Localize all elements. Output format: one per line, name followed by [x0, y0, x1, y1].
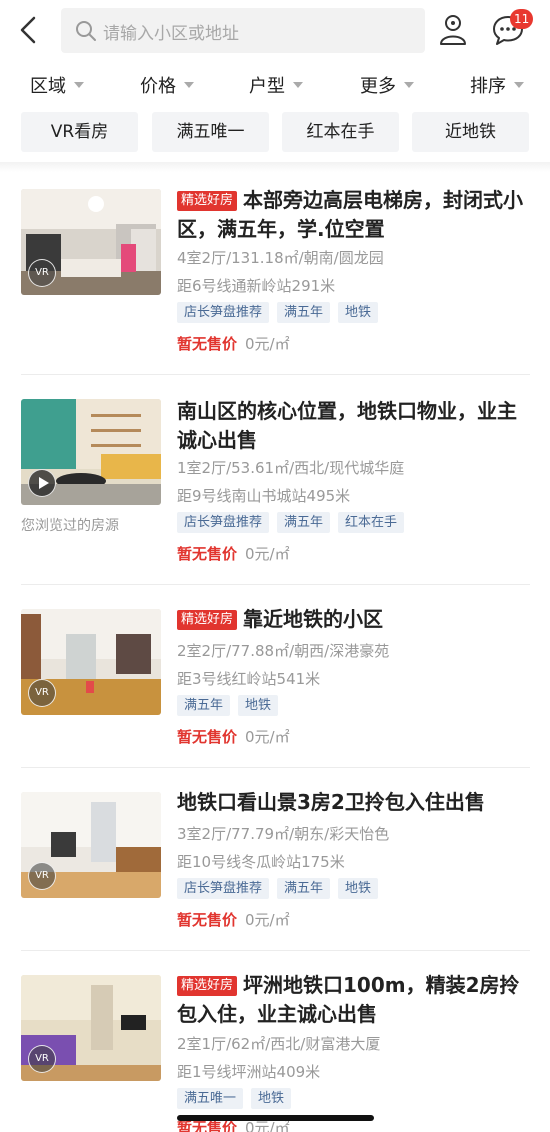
chevron-down-icon: [293, 82, 303, 88]
divider: [21, 584, 530, 585]
listing-photo: VR: [21, 189, 161, 295]
quick-tag-red-deed[interactable]: 红本在手: [282, 112, 399, 152]
chevron-down-icon: [184, 82, 194, 88]
listing-tag: 满五年: [277, 512, 331, 533]
featured-badge: 精选好房: [177, 610, 238, 630]
vr-view-icon[interactable]: VR: [28, 679, 56, 707]
header-shadow: [0, 162, 550, 172]
listing-tag: 满五年: [277, 302, 331, 323]
listing-distance: 距1号线坪洲站409米: [177, 1063, 321, 1081]
listing-tags: 店长笋盘推荐 满五年 红本在手: [177, 511, 412, 533]
filter-label: 价格: [140, 76, 176, 97]
price-label: 暂无售价: [177, 911, 238, 929]
listing-photo: VR: [21, 609, 161, 715]
listing-tag: 满五年: [277, 878, 331, 899]
listing-tag: 满五年: [177, 695, 231, 716]
listing-specs: 2室1厅/62㎡/西北/财富港大厦: [177, 1035, 381, 1053]
filter-label: 户型: [249, 76, 285, 97]
vr-view-icon[interactable]: VR: [28, 259, 56, 287]
listing-distance: 距9号线南山书城站495米: [177, 487, 351, 505]
listing-distance: 距6号线通新岭站291米: [177, 277, 336, 295]
search-icon: [76, 21, 96, 41]
listing-tag: 地铁: [338, 878, 379, 899]
price-label: 暂无售价: [177, 728, 238, 746]
listing-tag: 地铁: [238, 695, 279, 716]
listing-specs: 3室2厅/77.79㎡/朝东/彩天怡色: [177, 825, 390, 843]
unit-price: 0元/㎡: [245, 335, 290, 353]
listing-price: 暂无售价 0元/㎡: [177, 909, 290, 930]
unit-price: 0元/㎡: [245, 728, 290, 746]
play-video-icon[interactable]: [28, 469, 56, 497]
listing-tag: 红本在手: [338, 512, 405, 533]
vr-view-icon[interactable]: VR: [28, 1045, 56, 1073]
listing-title: 精选好房 本部旁边高层电梯房，封闭式小区，满五年，学.位空置: [177, 186, 532, 244]
listing-tag: 地铁: [338, 302, 379, 323]
unit-price: 0元/㎡: [245, 545, 290, 563]
divider: [21, 374, 530, 375]
listing-tag: 满五唯一: [177, 1088, 244, 1109]
unit-price: 0元/㎡: [245, 911, 290, 929]
featured-badge: 精选好房: [177, 976, 238, 996]
agent-profile-icon[interactable]: [437, 12, 469, 46]
filter-label: 排序: [470, 76, 506, 97]
listing-tag: 店长笋盘推荐: [177, 878, 270, 899]
chevron-down-icon: [74, 82, 84, 88]
price-label: 暂无售价: [177, 545, 238, 563]
listing-title: 南山区的核心位置，地铁口物业，业主诚心出售: [177, 399, 517, 452]
listing-price: 暂无售价 0元/㎡: [177, 543, 290, 564]
listing-tags: 满五年 地铁: [177, 694, 286, 716]
chevron-down-icon: [514, 82, 524, 88]
listing-photo: [21, 399, 161, 505]
quick-tag-five-year-unique[interactable]: 满五唯一: [152, 112, 269, 152]
divider: [21, 950, 530, 951]
back-arrow-icon[interactable]: [14, 12, 44, 48]
vr-view-icon[interactable]: VR: [28, 862, 56, 890]
message-count-badge: 11: [510, 9, 534, 29]
listing-tag: 店长笋盘推荐: [177, 302, 270, 323]
listing-specs: 4室2厅/131.18㎡/朝南/圆龙园: [177, 249, 384, 267]
listing-title: 地铁口看山景3房2卫拎包入住出售: [177, 790, 485, 814]
listing-photo: VR: [21, 792, 161, 898]
listing-photo: VR: [21, 975, 161, 1081]
viewed-note: 您浏览过的房源: [21, 518, 119, 534]
filter-label: 更多: [360, 76, 396, 97]
filter-price[interactable]: 价格: [140, 72, 194, 98]
listing-tags: 店长笋盘推荐 满五年 地铁: [177, 877, 386, 899]
listing-title: 精选好房 靠近地铁的小区: [177, 605, 532, 634]
listing-tags: 满五唯一 地铁: [177, 1087, 299, 1109]
filter-label: 区域: [30, 76, 66, 97]
filter-sort[interactable]: 排序: [470, 72, 524, 98]
search-placeholder: 请输入小区或地址: [103, 24, 239, 44]
listing-title: 精选好房 坪洲地铁口100m，精装2房拎包入住，业主诚心出售: [177, 971, 532, 1029]
filter-layout[interactable]: 户型: [249, 72, 303, 98]
price-label: 暂无售价: [177, 335, 238, 353]
listing-specs: 2室2厅/77.88㎡/朝西/深港豪苑: [177, 642, 390, 660]
listing-title-text: 靠近地铁的小区: [243, 607, 384, 631]
top-bar: 请输入小区或地址 11: [0, 0, 550, 62]
featured-badge: 精选好房: [177, 191, 238, 211]
listing-distance: 距10号线冬瓜岭站175米: [177, 853, 345, 871]
listing-specs: 1室2厅/53.61㎡/西北/现代城华庭: [177, 459, 405, 477]
filter-more[interactable]: 更多: [360, 72, 414, 98]
quick-tag-vr[interactable]: VR看房: [21, 112, 138, 152]
listing-tag: 地铁: [251, 1088, 292, 1109]
listing-price: 暂无售价 0元/㎡: [177, 726, 290, 747]
home-indicator: [177, 1115, 374, 1121]
listing-tag: 店长笋盘推荐: [177, 512, 270, 533]
listing-tags: 店长笋盘推荐 满五年 地铁: [177, 301, 386, 323]
filter-region[interactable]: 区域: [30, 72, 84, 98]
filter-bar: 区域 价格 户型 更多 排序: [0, 70, 550, 104]
search-input[interactable]: 请输入小区或地址: [61, 8, 425, 53]
listing-distance: 距3号线红岭站541米: [177, 670, 321, 688]
divider: [21, 767, 530, 768]
listing-price: 暂无售价 0元/㎡: [177, 333, 290, 354]
quick-tag-near-metro[interactable]: 近地铁: [412, 112, 529, 152]
chevron-down-icon: [404, 82, 414, 88]
